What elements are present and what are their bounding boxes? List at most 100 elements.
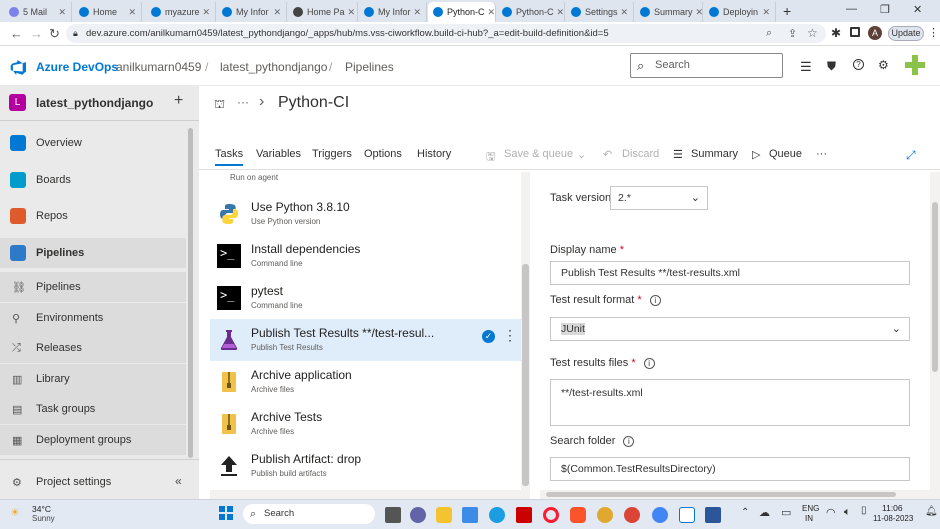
nav-item-boards[interactable]: Boards <box>0 165 186 195</box>
subnav-item-releases[interactable]: ⤮ Releases <box>0 333 186 363</box>
collapse-nav-icon[interactable]: « <box>175 474 182 488</box>
store-icon[interactable] <box>462 507 478 523</box>
share-icon[interactable]: ⇪ <box>788 27 797 40</box>
task-item-selected[interactable]: Publish Test Results **/test-resul... Pu… <box>210 319 529 361</box>
project-settings-button[interactable]: ⚙ Project settings « <box>0 467 199 497</box>
snipping-tool-icon[interactable] <box>679 507 695 523</box>
task-item[interactable]: Use Python 3.8.10 Use Python version <box>210 193 521 235</box>
profile-avatar[interactable]: A <box>868 26 882 40</box>
display-name-input[interactable]: Publish Test Results **/test-results.xml <box>550 261 910 285</box>
info-icon[interactable]: i <box>649 294 661 306</box>
browser-tab[interactable]: myazure ✕ <box>146 2 216 22</box>
back-icon[interactable]: ← <box>10 26 23 41</box>
window-close-button[interactable]: ✕ <box>913 3 922 16</box>
browser-tab[interactable]: Deployin ✕ <box>704 2 776 22</box>
nav-scrollbar[interactable] <box>188 128 193 458</box>
subnav-item-task-groups[interactable]: ▤ Task groups <box>0 394 186 424</box>
task-item[interactable]: Publish Artifact: drop Publish build art… <box>210 445 521 487</box>
update-button[interactable]: Update <box>888 26 924 41</box>
discard-button[interactable]: Discard <box>622 148 659 160</box>
close-icon[interactable]: ✕ <box>554 7 564 18</box>
close-icon[interactable]: ✕ <box>345 7 356 18</box>
battery-status-icon[interactable]: ▯ <box>861 505 867 516</box>
browser-tab[interactable]: My Infor ✕ <box>359 2 427 22</box>
opera-icon[interactable] <box>543 507 559 523</box>
task-enabled-check-icon[interactable]: ✓ <box>482 330 495 343</box>
windows-start-icon[interactable] <box>219 506 233 520</box>
browser-tab-active[interactable]: Python-C ✕ <box>428 2 496 22</box>
nav-item-overview[interactable]: Overview <box>0 128 186 158</box>
close-icon[interactable]: ✕ <box>125 7 136 18</box>
chrome-icon[interactable] <box>652 507 668 523</box>
browser-tab[interactable]: Python-C ✕ <box>497 2 565 22</box>
task-item[interactable]: >_ Install dependencies Command line <box>210 235 521 277</box>
queue-button[interactable]: Queue <box>769 148 802 160</box>
info-icon[interactable]: i <box>623 435 635 447</box>
chrome-icon[interactable] <box>597 507 613 523</box>
info-icon[interactable]: i <box>643 357 655 369</box>
taskbar-search[interactable]: ⌕ Search <box>243 504 375 524</box>
file-explorer-icon[interactable] <box>436 507 452 523</box>
close-icon[interactable]: ✕ <box>618 7 629 18</box>
breadcrumb-section[interactable]: Pipelines <box>345 60 394 74</box>
minimize-button[interactable]: — <box>846 3 857 15</box>
task-list-icon[interactable]: ☰ <box>800 59 812 75</box>
details-hscrollbar[interactable] <box>540 490 930 499</box>
close-icon[interactable]: ✕ <box>485 7 495 18</box>
language-indicator[interactable]: ENG <box>802 504 819 513</box>
close-icon[interactable]: ✕ <box>270 7 281 18</box>
tab-variables[interactable]: Variables <box>256 148 301 160</box>
acrobat-icon[interactable] <box>516 507 532 523</box>
browser-tab[interactable]: Summary ✕ <box>635 2 703 22</box>
shopping-bag-icon[interactable]: ⛊ <box>827 59 836 74</box>
task-item[interactable]: Archive Tests Archive files <box>210 403 521 445</box>
details-scrollbar[interactable] <box>930 172 940 499</box>
chevron-up-icon[interactable]: ⌃ <box>741 507 749 518</box>
product-name[interactable]: Azure DevOps <box>36 60 118 74</box>
close-icon[interactable]: ✕ <box>759 7 770 18</box>
wifi-icon[interactable]: ◠ <box>826 506 836 519</box>
new-tab-button[interactable]: + <box>783 3 791 19</box>
help-icon[interactable]: ? <box>853 59 864 70</box>
reload-icon[interactable]: ↻ <box>49 26 60 42</box>
task-version-select[interactable]: 2.* ⌄ <box>610 186 708 210</box>
tab-options[interactable]: Options <box>364 148 402 160</box>
user-settings-icon[interactable]: ⚙ <box>878 58 889 72</box>
nav-item-repos[interactable]: Repos <box>0 201 186 231</box>
tab-triggers[interactable]: Triggers <box>312 148 352 160</box>
weather-temp[interactable]: 34°C <box>32 504 51 514</box>
subnav-item-deployment-groups[interactable]: ▦ Deployment groups <box>0 425 186 455</box>
breadcrumb-more-button[interactable]: ··· <box>237 95 249 109</box>
test-results-files-textarea[interactable]: **/test-results.xml <box>550 379 910 426</box>
summary-button[interactable]: Summary <box>691 148 738 160</box>
notifications-icon[interactable]: 🔔︎ <box>925 506 938 517</box>
more-actions-button[interactable]: ··· <box>816 148 827 160</box>
browser-menu-icon[interactable]: ⋮ <box>928 26 939 39</box>
task-item[interactable]: Archive application Archive files <box>210 361 521 403</box>
brave-icon[interactable] <box>570 507 586 523</box>
test-result-format-select[interactable]: JUnit ⌄ <box>550 317 910 341</box>
edge-icon[interactable] <box>489 507 505 523</box>
browser-tab[interactable]: Settings ✕ <box>566 2 634 22</box>
battery-icon[interactable]: ▭ <box>781 506 791 519</box>
scrollbar-thumb[interactable] <box>546 492 896 497</box>
save-and-queue-button[interactable]: Save & queue <box>504 148 573 160</box>
browser-tab[interactable]: 5 Mail ✕ <box>4 2 72 22</box>
url-bar[interactable]: 🔒︎ dev.azure.com/anilkumarn0459/latest_p… <box>66 24 826 43</box>
weather-sun-icon[interactable]: ☀ <box>10 506 20 519</box>
close-icon[interactable]: ✕ <box>200 7 211 18</box>
word-icon[interactable] <box>705 507 721 523</box>
subnav-item-library[interactable]: ▥ Library <box>0 364 186 394</box>
task-item[interactable]: >_ pytest Command line <box>210 277 521 319</box>
speaker-icon[interactable]: 🔈︎ <box>844 506 851 519</box>
sidebar-toggle-icon[interactable] <box>850 27 860 37</box>
subnav-item-environments[interactable]: ⚲ Environments <box>0 303 186 333</box>
browser-tab[interactable]: Home ✕ <box>74 2 142 22</box>
chevron-down-icon[interactable]: ⌄ <box>577 148 586 161</box>
task-list-hscrollbar[interactable] <box>210 490 530 499</box>
teams-chat-icon[interactable] <box>410 507 426 523</box>
nav-item-pipelines[interactable]: Pipelines <box>0 238 186 268</box>
browser-tab[interactable]: My Infor ✕ <box>217 2 287 22</box>
close-icon[interactable]: ✕ <box>693 7 702 18</box>
project-header[interactable]: L latest_pythondjango + <box>0 86 199 120</box>
